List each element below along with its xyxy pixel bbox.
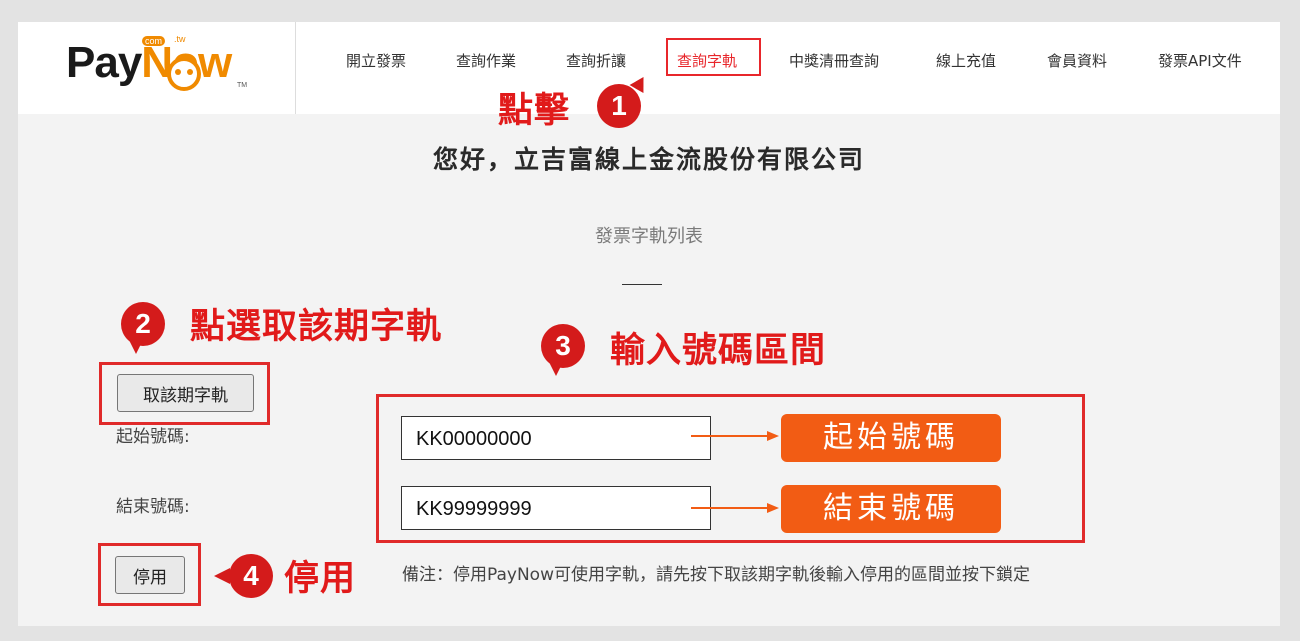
- nav-api-docs[interactable]: 發票API文件: [1158, 50, 1242, 71]
- paynow-logo[interactable]: PayNow com .tw TM: [18, 22, 296, 114]
- nav-query-allowance[interactable]: 查詢折讓: [566, 50, 626, 71]
- start-number-label: 起始號碼:: [116, 427, 190, 447]
- step3-label: 輸入號碼區間: [610, 331, 827, 371]
- step4-label: 停用: [284, 559, 357, 599]
- track-list-title: 發票字軌列表: [595, 226, 703, 247]
- start-number-tag: 起始號碼: [781, 414, 1001, 462]
- step4-pointer: [214, 568, 230, 584]
- step4-badge: 4: [229, 554, 273, 598]
- nav-online-topup[interactable]: 線上充值: [936, 50, 996, 71]
- highlight-box-disable: [98, 543, 201, 606]
- arrow-end-line: [691, 507, 769, 509]
- greeting-heading: 您好，立吉富線上金流股份有限公司: [432, 145, 865, 174]
- nav-issue-invoice[interactable]: 開立發票: [346, 50, 406, 71]
- top-navbar: PayNow com .tw TM 開立發票 查詢作業 查詢折讓 查詢字軌 中獎…: [18, 22, 1280, 114]
- nav-member-info[interactable]: 會員資料: [1047, 50, 1107, 71]
- highlight-box-fetch: [99, 362, 270, 425]
- logo-com-badge: com: [142, 36, 166, 46]
- nav-winning-list[interactable]: 中獎清冊查詢: [789, 50, 879, 71]
- step1-label: 點擊: [498, 91, 571, 131]
- step2-pointer: [128, 338, 144, 354]
- step3-pointer: [548, 360, 564, 376]
- end-number-label: 結束號碼:: [116, 497, 190, 517]
- step2-label: 點選取該期字軌: [190, 307, 443, 347]
- step1-badge: 1: [597, 84, 641, 128]
- note-text: 備注：停用PayNow可使用字軌，請先按下取該期字軌後輸入停用的區間並按下鎖定: [402, 565, 1030, 585]
- end-number-tag: 結束號碼: [781, 485, 1001, 533]
- arrow-start-line: [691, 435, 769, 437]
- title-divider: [622, 284, 662, 285]
- highlight-box-nav: [666, 38, 761, 76]
- nav-query-operations[interactable]: 查詢作業: [456, 50, 516, 71]
- logo-face-icon: [167, 57, 201, 91]
- logo-tw-text: .tw: [174, 34, 186, 44]
- arrow-end-head: [767, 503, 779, 513]
- arrow-start-head: [767, 431, 779, 441]
- logo-tm-mark: TM: [237, 82, 248, 89]
